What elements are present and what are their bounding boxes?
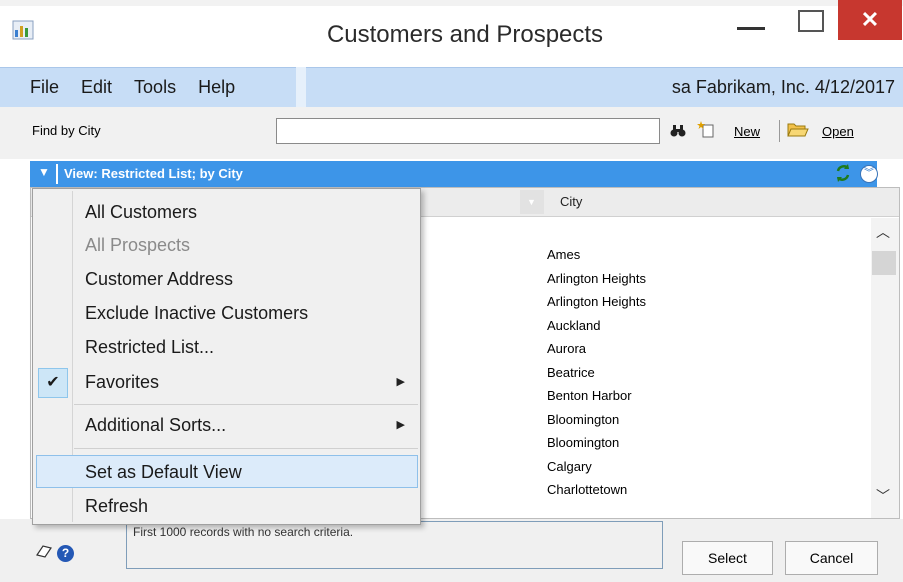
menu-separator bbox=[74, 404, 418, 405]
menu-item-all-prospects: All Prospects bbox=[32, 230, 421, 260]
menu-item-restricted-list[interactable]: Restricted List... bbox=[32, 332, 421, 362]
menu-item-label: Restricted List... bbox=[85, 337, 215, 357]
new-button[interactable]: New bbox=[734, 124, 760, 139]
maximize-icon bbox=[798, 10, 824, 32]
help-icon[interactable]: ? bbox=[57, 545, 74, 562]
menu-item-favorites[interactable]: Favorites ▶ bbox=[32, 367, 421, 397]
scroll-down-icon[interactable]: ﹀ bbox=[876, 486, 890, 506]
find-by-city-label: Find by City bbox=[32, 123, 101, 138]
close-button[interactable]: ✕ bbox=[838, 0, 902, 40]
menu-item-label: Additional Sorts... bbox=[85, 415, 227, 435]
menu-separator bbox=[74, 448, 418, 449]
minimize-button[interactable] bbox=[728, 10, 774, 40]
submenu-arrow-icon: ▶ bbox=[396, 376, 405, 388]
menu-help[interactable]: Help bbox=[198, 67, 235, 107]
menu-item-label: All Prospects bbox=[85, 235, 191, 255]
menu-item-all-customers[interactable]: All Customers bbox=[32, 197, 421, 227]
cancel-button[interactable]: Cancel bbox=[785, 541, 878, 575]
table-row[interactable]: Ames bbox=[547, 243, 646, 267]
table-row[interactable]: Bloomington bbox=[547, 431, 646, 455]
open-button[interactable]: Open bbox=[822, 124, 854, 139]
scroll-thumb[interactable] bbox=[872, 251, 896, 275]
menu-items: File Edit Tools Help bbox=[30, 67, 257, 107]
city-rows: Ames Arlington Heights Arlington Heights… bbox=[547, 243, 646, 502]
table-row[interactable]: Auckland bbox=[547, 314, 646, 338]
status-text: First 1000 records with no search criter… bbox=[133, 525, 354, 539]
menu-tools[interactable]: Tools bbox=[134, 67, 176, 107]
menu-bar-divider bbox=[296, 67, 306, 107]
minimize-icon bbox=[737, 27, 765, 30]
menu-item-exclude-inactive[interactable]: Exclude Inactive Customers bbox=[32, 298, 421, 328]
find-input[interactable] bbox=[276, 118, 660, 144]
collapse-options-icon[interactable]: ︾ bbox=[860, 165, 878, 183]
company-info: sa Fabrikam, Inc. 4/12/2017 bbox=[671, 77, 895, 97]
maximize-button[interactable] bbox=[790, 10, 836, 40]
table-row[interactable]: Arlington Heights bbox=[547, 267, 646, 291]
menu-file[interactable]: File bbox=[30, 67, 59, 107]
menu-item-label: All Customers bbox=[85, 202, 198, 222]
menu-edit[interactable]: Edit bbox=[81, 67, 112, 107]
menu-item-customer-address[interactable]: Customer Address bbox=[32, 264, 421, 294]
table-row[interactable]: Benton Harbor bbox=[547, 384, 646, 408]
submenu-arrow-icon: ▶ bbox=[396, 419, 405, 431]
menu-item-label: Set as Default View bbox=[85, 462, 242, 482]
table-row[interactable]: Beatrice bbox=[547, 361, 646, 385]
table-row[interactable]: Aurora bbox=[547, 337, 646, 361]
table-row[interactable]: Charlottetown bbox=[547, 478, 646, 502]
menu-item-additional-sorts[interactable]: Additional Sorts... ▶ bbox=[32, 410, 421, 440]
new-icon[interactable] bbox=[697, 120, 715, 143]
menu-item-label: Favorites bbox=[85, 372, 160, 392]
refresh-icon[interactable] bbox=[834, 163, 852, 183]
note-icon[interactable] bbox=[35, 543, 53, 564]
title-top-strip bbox=[0, 0, 903, 6]
menu-item-label: Customer Address bbox=[85, 269, 234, 289]
table-row[interactable]: Arlington Heights bbox=[547, 290, 646, 314]
table-row[interactable]: Calgary bbox=[547, 455, 646, 479]
table-row[interactable]: Bloomington bbox=[547, 408, 646, 432]
scroll-up-icon[interactable]: ︿ bbox=[876, 222, 890, 242]
menu-item-refresh[interactable]: Refresh bbox=[32, 491, 421, 521]
column-header-city[interactable]: City bbox=[560, 194, 582, 209]
close-icon: ✕ bbox=[860, 7, 880, 32]
toolbar-separator bbox=[779, 120, 780, 142]
menu-item-label: Exclude Inactive Customers bbox=[85, 303, 309, 323]
menu-item-set-default-view[interactable]: Set as Default View bbox=[32, 457, 421, 487]
menu-item-label: Refresh bbox=[85, 496, 149, 516]
select-button[interactable]: Select bbox=[682, 541, 773, 575]
binoculars-icon[interactable] bbox=[670, 124, 686, 141]
view-label[interactable]: View: Restricted List; by City bbox=[64, 166, 243, 181]
open-folder-icon[interactable] bbox=[787, 120, 809, 143]
view-dropdown-icon[interactable]: ▼ bbox=[38, 165, 50, 179]
view-bar-separator bbox=[56, 164, 58, 184]
chevron-down-icon[interactable]: ▼ bbox=[527, 197, 536, 207]
